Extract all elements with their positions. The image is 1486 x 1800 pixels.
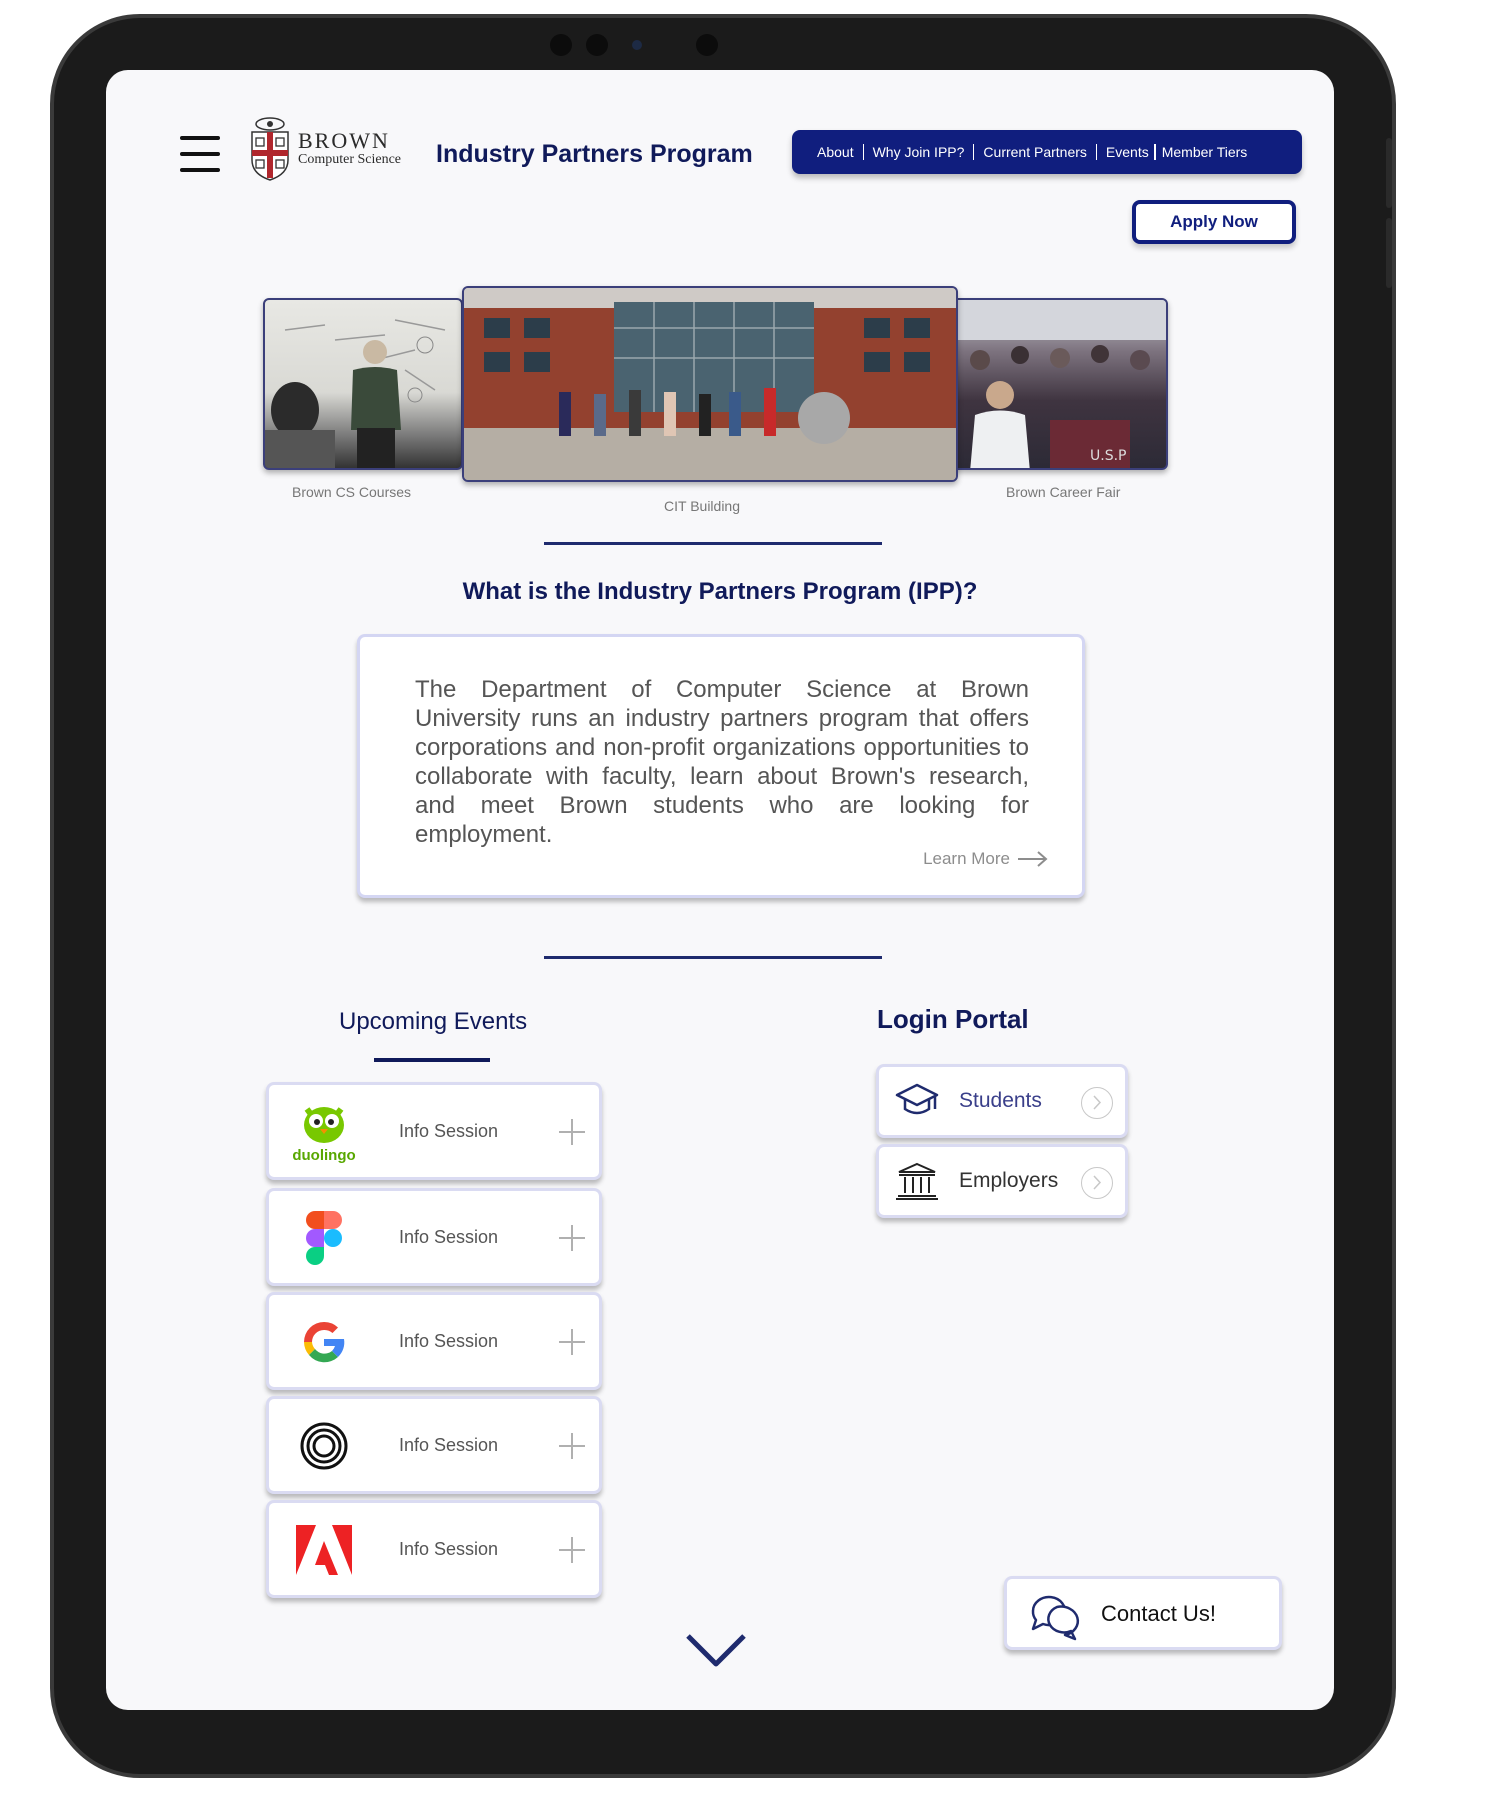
- employers-login-button[interactable]: Employers: [876, 1144, 1128, 1218]
- camera-dot: [696, 34, 718, 56]
- event-label: Info Session: [399, 1331, 499, 1351]
- nav-about[interactable]: About: [808, 144, 864, 160]
- google-logo-icon: [291, 1309, 357, 1375]
- ipp-description: The Department of Computer Science at Br…: [415, 676, 1029, 848]
- apply-now-button[interactable]: Apply Now: [1132, 200, 1296, 244]
- plus-icon[interactable]: [559, 1119, 585, 1145]
- events-heading-underline: [374, 1058, 490, 1062]
- figma-logo-icon: [291, 1205, 357, 1271]
- arrow-right-icon: [1018, 851, 1048, 867]
- event-card-duolingo[interactable]: duolingo Info Session: [266, 1082, 602, 1180]
- event-label: Info Session: [399, 1121, 499, 1141]
- students-label: Students: [959, 1089, 1042, 1112]
- nav-member-tiers[interactable]: Member Tiers: [1154, 144, 1257, 160]
- learn-more-link[interactable]: Learn More: [923, 849, 1048, 869]
- event-card-adobe[interactable]: Info Session: [266, 1500, 602, 1598]
- carousel-caption-cit: CIT Building: [664, 498, 741, 514]
- brown-shield-icon: [250, 116, 290, 182]
- event-label: Info Session: [399, 1435, 499, 1455]
- ipp-info-card: The Department of Computer Science at Br…: [357, 634, 1085, 898]
- event-label: Info Session: [399, 1539, 499, 1559]
- openai-logo-icon: [291, 1413, 357, 1479]
- carousel-caption-courses: Brown CS Courses: [292, 484, 412, 500]
- adobe-logo-icon: [291, 1517, 357, 1583]
- carousel-photo-cit-building[interactable]: [462, 286, 958, 482]
- top-nav: About Why Join IPP? Current Partners Eve…: [792, 130, 1302, 174]
- carousel-photo-courses[interactable]: [263, 298, 463, 470]
- duolingo-wordmark: duolingo: [292, 1146, 356, 1164]
- institution-building-icon: [896, 1162, 938, 1200]
- login-portal-heading: Login Portal: [877, 1004, 1029, 1034]
- event-card-figma[interactable]: Info Session: [266, 1188, 602, 1286]
- camera-dot: [586, 34, 608, 56]
- plus-icon[interactable]: [559, 1329, 585, 1355]
- page-title: Industry Partners Program: [436, 140, 753, 168]
- nav-events[interactable]: Events: [1097, 144, 1155, 160]
- brown-cs-logo[interactable]: BROWN Computer Science: [250, 116, 401, 182]
- chat-bubbles-icon: [1031, 1595, 1080, 1641]
- event-card-openai[interactable]: Info Session: [266, 1396, 602, 1494]
- side-button: [1386, 218, 1392, 288]
- plus-icon[interactable]: [559, 1537, 585, 1563]
- plus-icon[interactable]: [559, 1225, 585, 1251]
- scroll-down-chevron-icon[interactable]: [684, 1630, 748, 1678]
- logo-primary-text: BROWN: [298, 128, 390, 153]
- graduation-cap-icon: [895, 1083, 939, 1115]
- nav-why-join[interactable]: Why Join IPP?: [864, 144, 975, 160]
- side-button: [1386, 138, 1392, 208]
- camera-dot: [550, 34, 572, 56]
- camera-lens: [632, 40, 642, 50]
- carousel-caption-career-fair: Brown Career Fair: [1006, 484, 1121, 500]
- duolingo-logo-icon: duolingo: [291, 1099, 357, 1165]
- app-screen: BROWN Computer Science Industry Partners…: [106, 70, 1334, 1710]
- section-divider: [544, 956, 882, 959]
- section-divider: [544, 542, 882, 545]
- plus-icon[interactable]: [559, 1433, 585, 1459]
- contact-us-label: Contact Us!: [1101, 1601, 1216, 1626]
- ipp-question-heading: What is the Industry Partners Program (I…: [462, 578, 978, 605]
- students-login-button[interactable]: Students: [876, 1064, 1128, 1138]
- logo-secondary-text: Computer Science: [298, 152, 402, 167]
- hamburger-menu-icon[interactable]: [180, 136, 220, 172]
- chevron-right-icon: [1081, 1087, 1113, 1119]
- carousel-photo-career-fair[interactable]: U.S.P: [948, 298, 1168, 470]
- nav-current-partners[interactable]: Current Partners: [974, 144, 1097, 160]
- upcoming-events-heading: Upcoming Events: [339, 1008, 528, 1035]
- event-card-google[interactable]: Info Session: [266, 1292, 602, 1390]
- learn-more-label: Learn More: [923, 849, 1010, 868]
- svg-text:U.S.P: U.S.P: [1090, 448, 1126, 464]
- contact-us-button[interactable]: Contact Us!: [1004, 1576, 1282, 1650]
- employers-label: Employers: [959, 1169, 1059, 1192]
- event-label: Info Session: [399, 1227, 499, 1247]
- chevron-right-icon: [1081, 1167, 1113, 1199]
